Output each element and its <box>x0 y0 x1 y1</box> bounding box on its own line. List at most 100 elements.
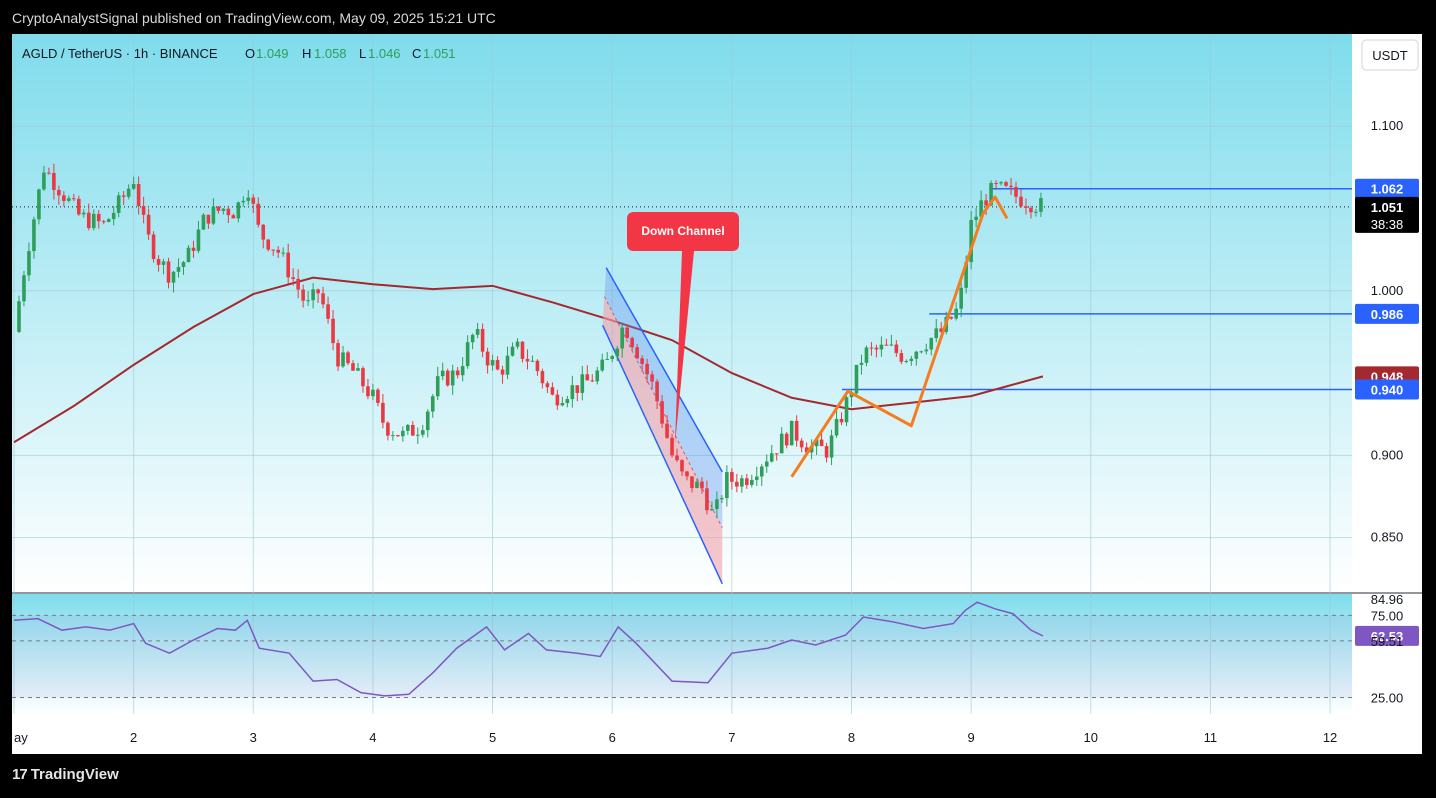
candle-body <box>1039 198 1043 212</box>
symbol-title[interactable]: AGLD / TetherUS · 1h · BINANCE <box>22 46 218 61</box>
candle-body <box>311 289 315 301</box>
candle-body <box>321 293 325 305</box>
candle-body <box>1024 206 1028 208</box>
candle-body <box>445 370 450 386</box>
candle-body <box>52 172 56 190</box>
candle-body <box>435 376 440 397</box>
candle-body <box>864 347 869 363</box>
candle-body <box>77 198 81 215</box>
candle-body <box>1009 185 1013 188</box>
candle-body <box>246 197 251 201</box>
candle-body <box>959 287 963 309</box>
candle-body <box>425 411 430 431</box>
candle-body <box>620 327 624 349</box>
candle-body <box>580 374 585 393</box>
candle-body <box>455 370 460 376</box>
candle-body <box>560 403 565 406</box>
candle-body <box>32 219 36 252</box>
candle-body <box>406 424 410 431</box>
candle-body <box>296 278 300 290</box>
ohlc-c-value: 1.051 <box>423 46 456 61</box>
candle-body <box>565 399 570 404</box>
candle-body <box>720 498 724 500</box>
tradingview-logo[interactable]: 17 TradingView <box>12 766 119 783</box>
candle-body <box>276 249 281 253</box>
candle-body <box>745 478 749 486</box>
candle-body <box>156 259 161 265</box>
candle-body <box>635 347 639 359</box>
candle-body <box>515 341 520 347</box>
price-tick-label: 0.900 <box>1371 447 1404 462</box>
candle-body <box>874 347 879 350</box>
candle-body <box>1014 187 1018 197</box>
ohlc-l-label: L <box>359 46 366 61</box>
time-tick-label: 5 <box>489 730 496 745</box>
candle-body <box>725 472 729 499</box>
candle-body <box>256 203 261 225</box>
candle-body <box>420 430 425 435</box>
candle-body <box>366 386 370 397</box>
time-tick-label: 9 <box>968 730 975 745</box>
time-tick-label: ay <box>14 730 28 745</box>
candle-body <box>645 363 649 375</box>
candle-body <box>510 346 515 356</box>
candle-body <box>42 172 46 190</box>
price-label-text: 1.062 <box>1371 182 1404 197</box>
candle-body <box>261 224 266 240</box>
candle-body <box>605 358 610 360</box>
candle-body <box>126 188 131 197</box>
candle-body <box>650 374 654 382</box>
candle-body <box>769 453 774 462</box>
candle-body <box>660 401 664 424</box>
candle-body <box>824 446 829 458</box>
candle-body <box>211 206 216 224</box>
price-label-text: 0.940 <box>1371 383 1404 398</box>
candle-body <box>675 455 679 461</box>
candle-body <box>191 247 196 251</box>
candle-body <box>151 234 156 260</box>
candle-body <box>216 206 221 211</box>
candle-body <box>331 318 335 344</box>
candle-body <box>879 344 884 350</box>
candle-body <box>794 420 799 441</box>
price-tick-label: 1.000 <box>1371 283 1404 298</box>
time-axis[interactable]: ay 2 3 4 5 6 7 8 9 10 11 12 <box>14 730 1337 745</box>
candle-body <box>685 471 689 477</box>
chart-frame[interactable]: Down Channel 1.100 1.000 0.900 0.850 1.062 1.… <box>12 34 1422 754</box>
candle-body <box>470 334 475 343</box>
candle-body <box>735 481 739 487</box>
candle-body <box>505 355 510 375</box>
candle-body <box>37 189 41 220</box>
candle-body <box>396 435 400 437</box>
candle-body <box>485 351 490 366</box>
candle-body <box>789 420 794 446</box>
candle-body <box>475 328 480 335</box>
candle-body <box>705 488 709 511</box>
candle-body <box>465 342 470 367</box>
candle-body <box>171 271 176 283</box>
ohlc-o-label: O <box>245 46 255 61</box>
candle-body <box>585 374 590 381</box>
candle-body <box>236 202 241 219</box>
candle-body <box>700 481 704 489</box>
currency-button[interactable]: USDT <box>1361 39 1419 71</box>
chart-canvas[interactable]: Down Channel 1.100 1.000 0.900 0.850 1.062 1.… <box>12 34 1422 754</box>
candle-body <box>919 351 924 353</box>
candle-body <box>346 352 350 364</box>
candle-body <box>759 466 764 477</box>
candle-body <box>301 289 305 301</box>
candle-body <box>869 347 874 349</box>
candle-body <box>1004 182 1008 186</box>
candle-body <box>241 200 246 203</box>
candle-body <box>730 472 734 482</box>
candle-body <box>1034 211 1038 213</box>
ohlc-o-value: 1.049 <box>256 46 289 61</box>
candle-body <box>884 344 889 346</box>
candle-body <box>924 349 929 352</box>
candle-body <box>351 363 355 371</box>
candle-body <box>754 476 759 480</box>
candle-body <box>615 348 619 357</box>
time-tick-label: 4 <box>369 730 376 745</box>
candle-body <box>550 387 555 395</box>
time-tick-label: 8 <box>848 730 855 745</box>
